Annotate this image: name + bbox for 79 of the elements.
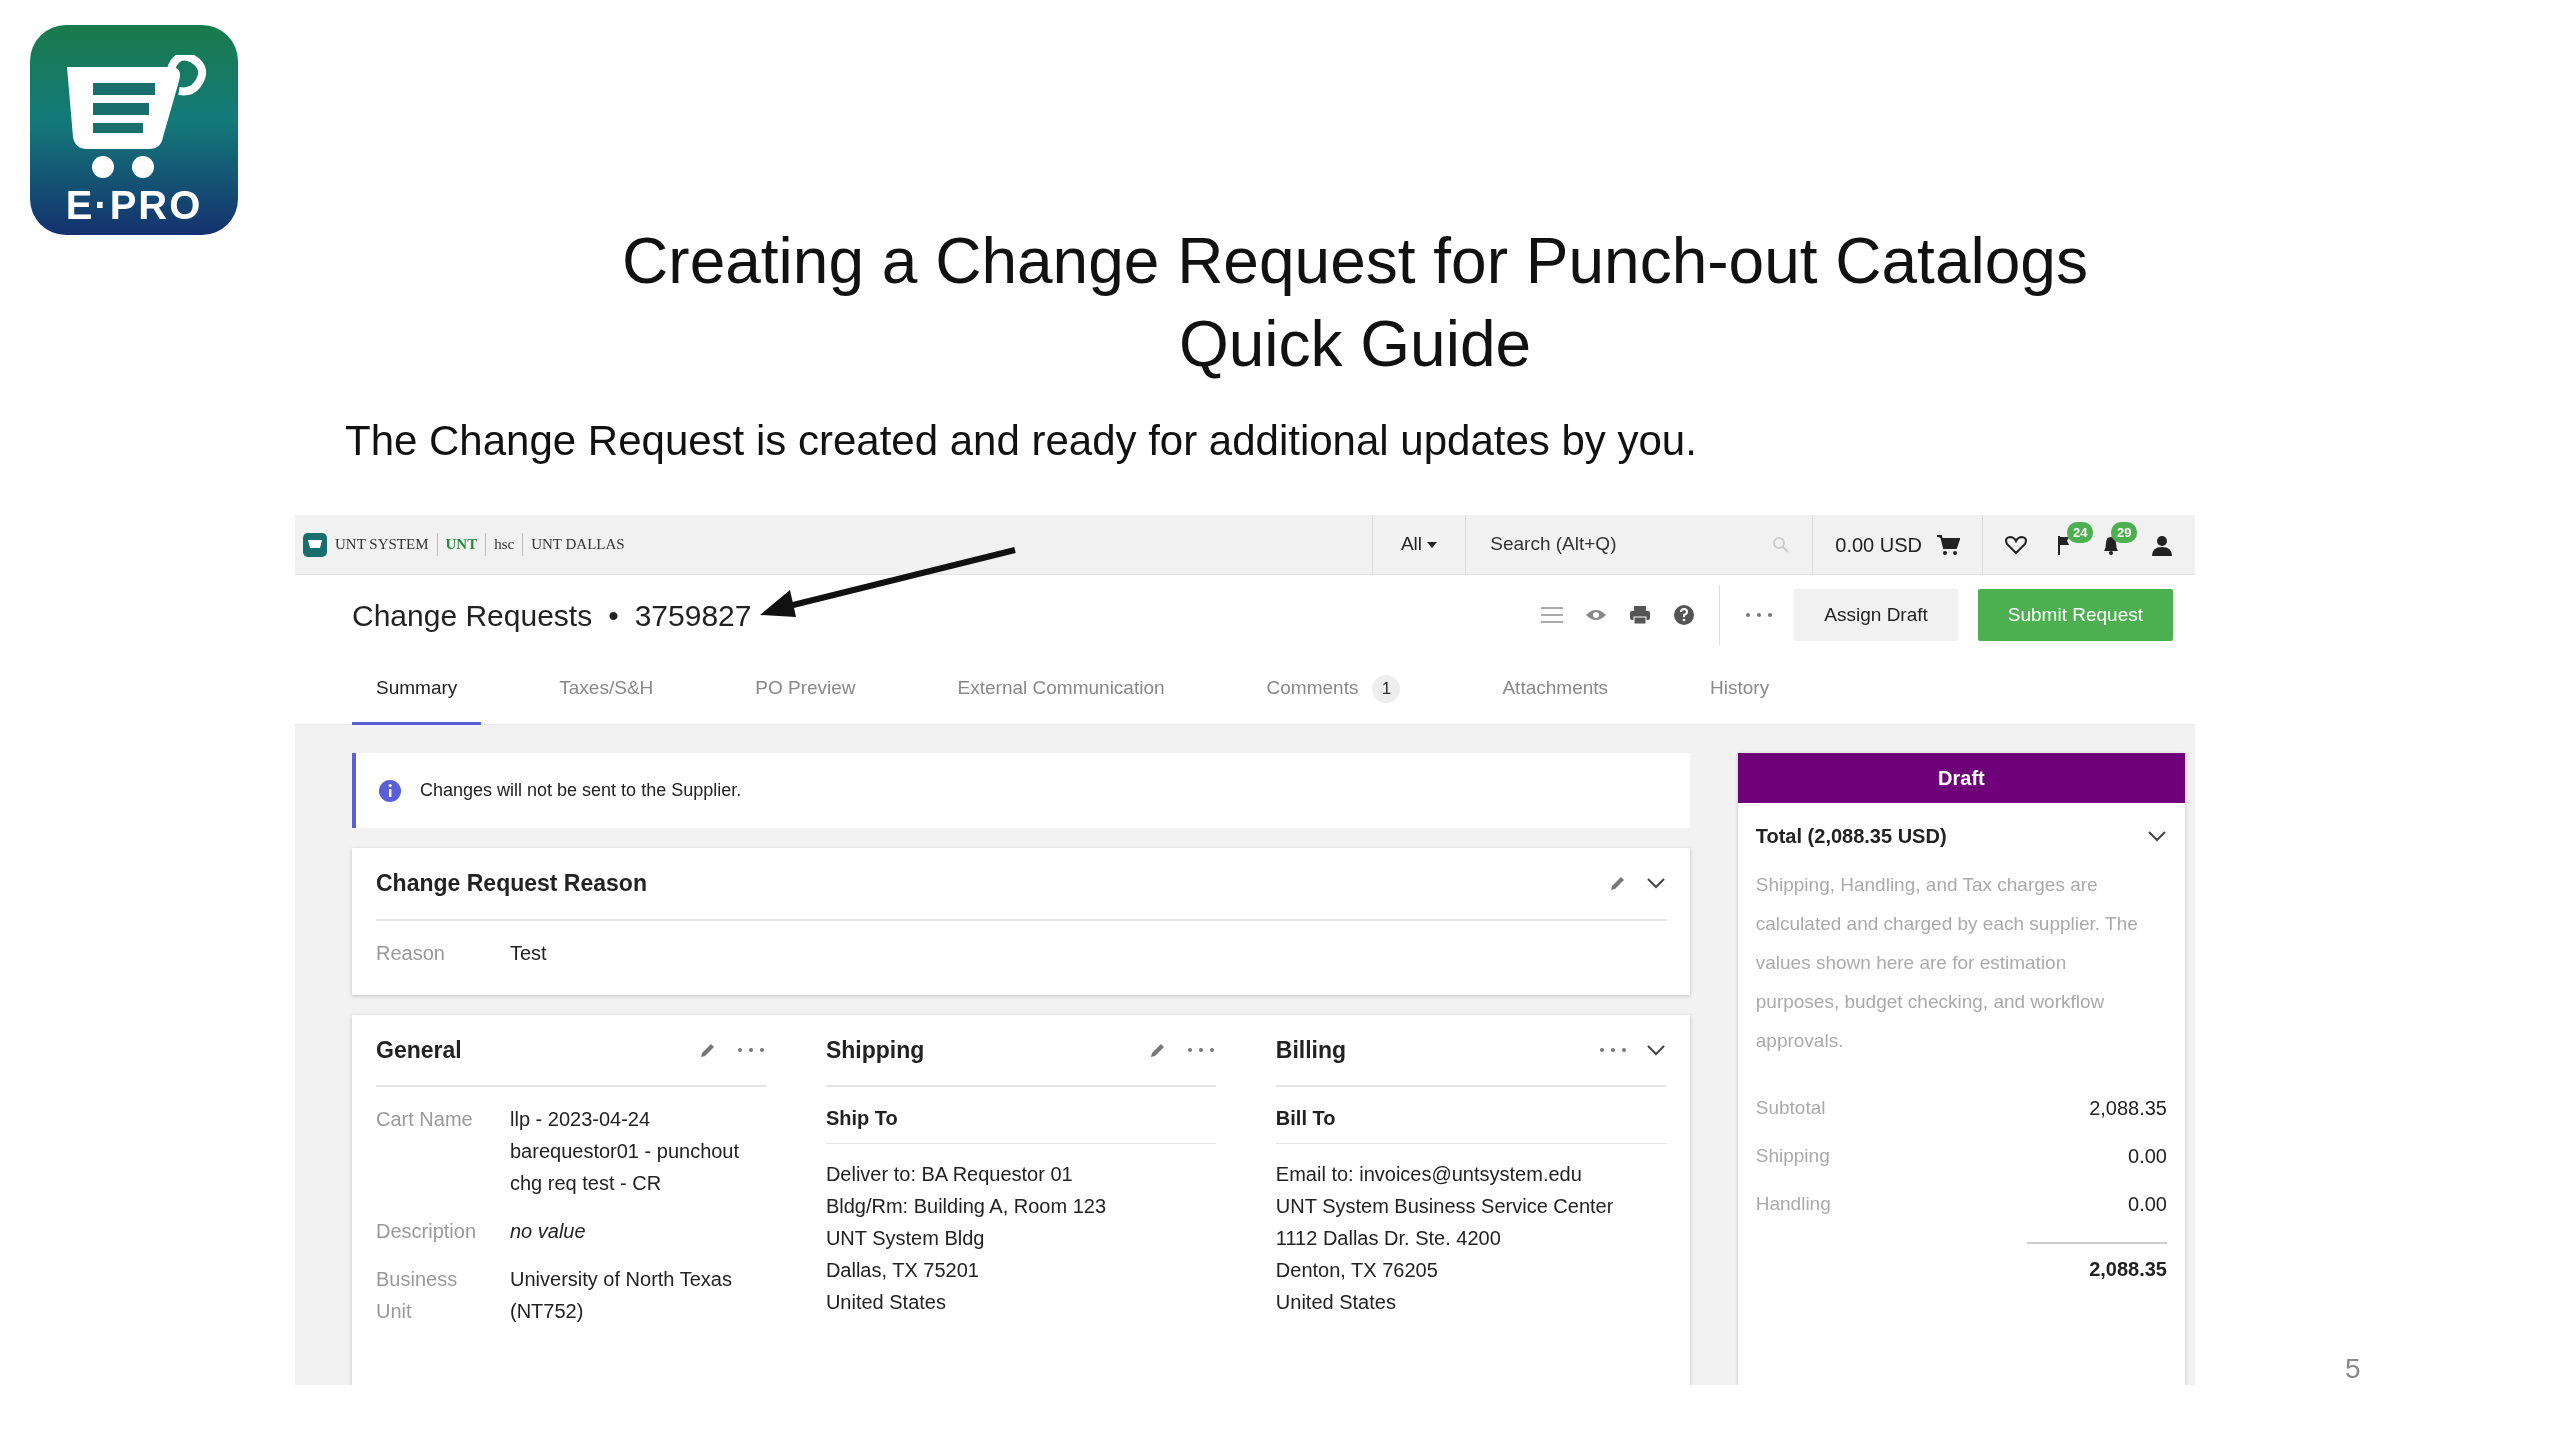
address-line: Deliver to: BA Requestor 01 — [825, 1162, 1074, 1187]
user-icon[interactable] — [2151, 533, 2173, 556]
summary-label: Subtotal — [1755, 1096, 1826, 1120]
app-logo-icon[interactable] — [303, 532, 327, 557]
document-number: 3759827 — [634, 597, 752, 634]
more-icon[interactable] — [1597, 1045, 1628, 1054]
chevron-down-icon[interactable] — [1645, 876, 1666, 891]
alert-text: Changes will not be sent to the Supplier. — [420, 779, 742, 802]
field-value: llp - 2023-04-24 barequestor01 - punchout chg req test - CR — [510, 1107, 741, 1196]
address-line: 1112 Dallas Dr. Ste. 4200 — [1275, 1226, 1502, 1251]
address-line: Denton, TX 76205 — [1275, 1258, 1439, 1283]
info-icon — [378, 778, 402, 803]
field-label: Reason — [376, 940, 446, 966]
section-title: Billing — [1275, 1035, 1347, 1065]
count-badge: 24 — [2067, 521, 2094, 543]
caret-icon — [1427, 542, 1438, 549]
more-icon[interactable] — [1185, 1045, 1216, 1054]
field-value: University of North Texas (NT752) — [510, 1267, 733, 1324]
count-badge: 1 — [1372, 674, 1401, 703]
slide-title: Quick Guide — [1177, 307, 1533, 382]
brand-logo: hsc — [494, 533, 524, 556]
status-banner: Draft — [1737, 753, 2185, 803]
heart-icon[interactable] — [2005, 534, 2027, 555]
address-line: UNT System Bldg — [825, 1226, 986, 1251]
more-icon[interactable] — [1744, 611, 1775, 619]
card-title: Change Request Reason — [376, 869, 647, 898]
summary-note: Shipping, Handling, and Tax charges are calculated and charged by each supplier. The values shown here are for estimation purposes, budget checking, and workflow approvals. — [1755, 873, 2139, 1053]
section-subtitle: Ship To — [825, 1087, 1216, 1144]
address-line: Email to: invoices@untsystem.edu — [1275, 1162, 1583, 1187]
grand-total: 2,088.35 — [2027, 1242, 2167, 1284]
separator-dot: • — [608, 597, 619, 634]
address-line: Dallas, TX 75201 — [825, 1258, 980, 1283]
total-heading: Total (2,088.35 USD) — [1755, 824, 1947, 849]
chevron-down-icon[interactable] — [1645, 1042, 1666, 1057]
tab[interactable]: PO Preview — [731, 655, 880, 725]
tab[interactable]: Comments 1 — [1242, 655, 1425, 725]
print-icon[interactable] — [1629, 605, 1652, 625]
address-line: UNT System Business Service Center — [1275, 1194, 1615, 1219]
more-icon[interactable] — [735, 1045, 766, 1054]
assign-button[interactable]: Assign Draft — [1794, 588, 1958, 642]
brand-logo: UNT — [445, 533, 487, 556]
section-title: General — [376, 1035, 462, 1065]
flag-icon[interactable] — [2057, 533, 2071, 556]
section-title: Shipping — [825, 1035, 925, 1065]
tab[interactable]: Attachments — [1478, 655, 1633, 725]
chevron-down-icon[interactable] — [2147, 829, 2167, 843]
field-value: no value — [510, 1219, 586, 1244]
tab[interactable]: External Communication — [933, 655, 1189, 725]
eye-icon[interactable] — [1585, 608, 1608, 622]
search-field[interactable]: Search (Alt+Q) — [1488, 529, 1759, 560]
brand-logo: UNT DALLAS — [531, 535, 626, 555]
address-line: United States — [825, 1290, 947, 1315]
page-number: 5 — [2345, 1352, 2361, 1386]
tab[interactable]: History — [1686, 655, 1794, 725]
field-label: Cart Name — [376, 1107, 474, 1132]
submit-button[interactable]: Submit Request — [1977, 588, 2173, 642]
summary-value: 0.00 — [2128, 1192, 2167, 1217]
section-subtitle: Bill To — [1275, 1087, 1666, 1144]
field-value: Test — [510, 940, 547, 966]
summary-value: 2,088.35 — [2089, 1096, 2167, 1121]
slide-title: Creating a Change Request for Punch-out Catalogs — [621, 224, 2089, 299]
cart-icon[interactable] — [1936, 533, 1960, 556]
summary-label: Handling — [1755, 1192, 1831, 1216]
tab[interactable]: Summary — [352, 655, 482, 725]
field-label: Description — [376, 1219, 478, 1244]
summary-value: 0.00 — [2128, 1144, 2167, 1169]
field-label: Business Unit — [376, 1267, 459, 1324]
slide-subtitle: The Change Request is created and ready for additional updates by you. — [345, 416, 1698, 466]
page-title: Change Requests — [352, 597, 593, 634]
scope-dropdown[interactable]: All — [1394, 529, 1444, 560]
help-icon[interactable] — [1673, 604, 1696, 626]
cart-total: 0.00 USD — [1835, 532, 1922, 558]
address-line: United States — [1275, 1290, 1397, 1315]
summary-label: Shipping — [1755, 1144, 1830, 1168]
tab[interactable]: Taxes/S&H — [535, 655, 678, 725]
count-badge: 29 — [2111, 521, 2138, 543]
address-line: Bldg/Rm: Building A, Room 123 — [825, 1194, 1108, 1219]
brand-logo: UNT SYSTEM — [335, 533, 438, 556]
logo-text: E·PRO — [65, 185, 203, 225]
